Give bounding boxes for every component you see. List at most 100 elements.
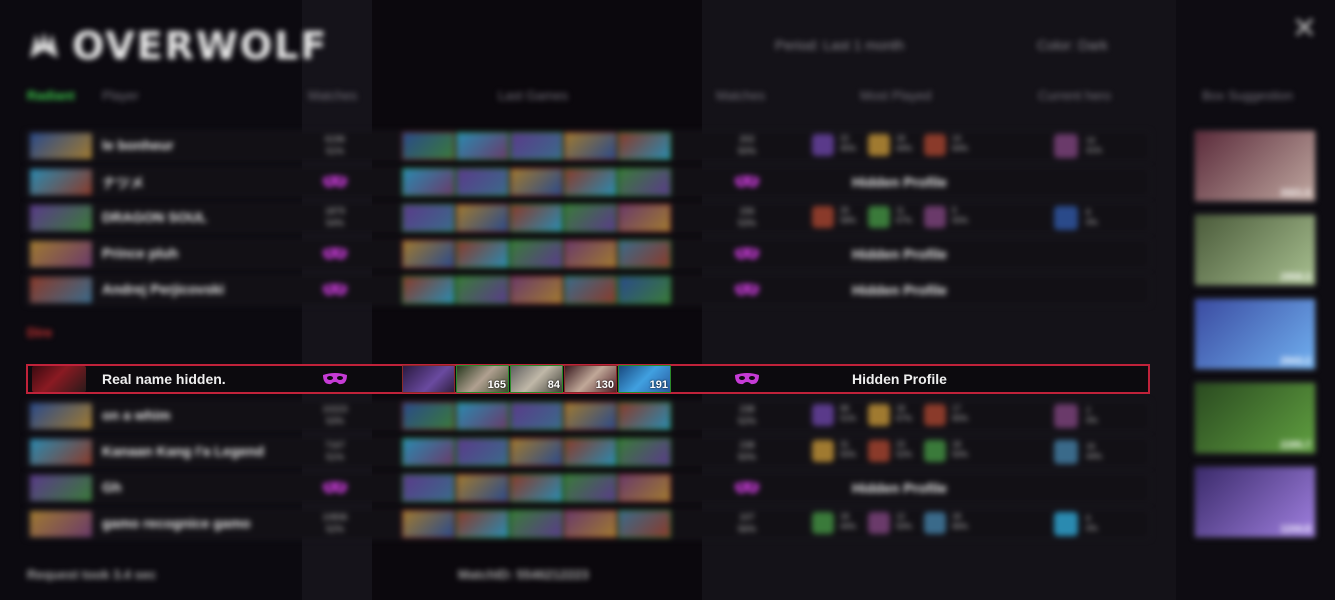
game-thumb: [402, 402, 455, 430]
player-portrait: [30, 169, 92, 195]
hero-stat: 18 44%: [840, 512, 857, 531]
hero-stat: 18 67%: [896, 404, 913, 423]
player-name: gamo recognice gamo: [102, 515, 251, 531]
current-hero-stat: 6 0%: [1086, 514, 1098, 533]
current-hero-icon: [1054, 206, 1078, 230]
game-thumb: [456, 276, 509, 304]
player-portrait: [32, 366, 86, 392]
game-thumb: [510, 474, 563, 502]
suggested-hero-card[interactable]: 1244.8: [1194, 466, 1316, 538]
suggested-hero-card[interactable]: 2958.3: [1194, 214, 1316, 286]
game-thumb: [564, 474, 617, 502]
hero-stat: 23 52%: [896, 440, 913, 459]
player-name: Prince pluh: [102, 245, 179, 261]
hero-icon: [812, 512, 834, 534]
last-games-header: Last Games: [498, 88, 569, 103]
request-time: Request took 3.4 sec: [27, 567, 157, 582]
last-games: 165 84 130 191: [402, 365, 671, 393]
most-played: 22 45% 18 44% 14 64%: [812, 134, 974, 156]
suggestion-score: 2285.7: [1280, 440, 1311, 451]
game-thumb: [564, 240, 617, 268]
player-portrait: [30, 475, 92, 501]
last-games: [402, 132, 671, 160]
player-name: Kanaan Kang I'a Legend: [102, 443, 265, 459]
hero-stat: 18 44%: [896, 134, 913, 153]
hero-icon: [812, 134, 834, 156]
hero-icon: [868, 134, 890, 156]
hero-stat: 17 65%: [952, 404, 969, 423]
suggested-hero-card[interactable]: 2943.2: [1194, 298, 1316, 370]
current-hero-header: Current hero: [1038, 88, 1111, 103]
player-row[interactable]: gamo recognice gamo 10836 52% 107 56% 18 44% 12…: [26, 509, 1150, 539]
player-name: Real name hidden.: [102, 371, 226, 387]
player-row[interactable]: DRAGON SOUL 1879 54% 156 53% 26 58% 11 67% 9 55% 8…: [26, 203, 1150, 233]
game-thumb: [564, 132, 617, 160]
hero-icon: [924, 134, 946, 156]
player-portrait: [30, 241, 92, 267]
hidden-mask-icon: [323, 176, 347, 188]
game-thumb: [564, 510, 617, 538]
suggested-hero-card[interactable]: 3321.5: [1194, 130, 1316, 202]
player-name: on a whim: [102, 407, 171, 423]
game-thumb: [510, 132, 563, 160]
matches2-count: 107 56%: [737, 512, 756, 534]
hero-stat: 22 45%: [840, 134, 857, 153]
last-games: [402, 168, 671, 196]
suggested-hero-card[interactable]: 2285.7: [1194, 382, 1316, 454]
logo-text: OVERWOLF: [72, 24, 329, 68]
most-played: 26 58% 11 67% 9 55%: [812, 206, 974, 228]
player-row[interactable]: Andrej Perjicovski Hidden Profile: [26, 275, 1150, 305]
match-id: MatchID: 5546212223: [458, 567, 589, 582]
player-row[interactable]: on a whim 10223 53% 238 52% 68 51% 18 67% 17 65% 2…: [26, 401, 1150, 431]
hero-stat: 11 67%: [896, 206, 913, 225]
focused-player-row[interactable]: Real name hidden. 165 84 130 191 Hidden …: [26, 364, 1150, 394]
current-hero-stat: 2 0%: [1086, 406, 1098, 425]
game-thumb: [510, 276, 563, 304]
game-thumb: [456, 240, 509, 268]
hidden-mask-icon: [735, 176, 759, 188]
player-row[interactable]: Gh Hidden Profile: [26, 473, 1150, 503]
hero-stat: 12 50%: [896, 512, 913, 531]
game-thumb: [402, 168, 455, 196]
game-thumb: [456, 474, 509, 502]
hidden-mask-icon: [323, 482, 347, 494]
suggestion-score: 2958.3: [1280, 272, 1311, 283]
hero-icon: [924, 512, 946, 534]
hero-stat: 18 50%: [952, 440, 969, 459]
color-selector[interactable]: Color: Dark: [1037, 37, 1108, 53]
suggestion-score: 1244.8: [1280, 524, 1311, 535]
hidden-profile-label: Hidden Profile: [852, 480, 947, 496]
hidden-mask-icon: [323, 284, 347, 296]
hero-stat: 31 55%: [840, 440, 857, 459]
matches-count: 6196 51%: [324, 134, 346, 156]
player-row[interactable]: le bonheur 6196 51% 202 50% 22 45% 18 44% 14 64% 1…: [26, 131, 1150, 161]
hero-icon: [924, 440, 946, 462]
matches-count: 1879 54%: [324, 206, 346, 228]
game-thumb: [510, 204, 563, 232]
most-played: 18 44% 12 50% 18 66%: [812, 512, 974, 534]
hero-icon: [924, 404, 946, 426]
game-thumb: [510, 510, 563, 538]
hero-stat: 14 64%: [952, 134, 969, 153]
player-row[interactable]: ナツメ Hidden Profile: [26, 167, 1150, 197]
game-thumb: [564, 168, 617, 196]
matches-header: Matches: [308, 88, 358, 103]
hero-icon: [812, 206, 834, 228]
game-thumb: [456, 204, 509, 232]
most-played-header: Most Played: [860, 88, 932, 103]
period-selector[interactable]: Period: Last 1 month: [775, 37, 904, 53]
close-icon[interactable]: ✕: [1292, 14, 1317, 44]
most-played: 31 55% 23 52% 18 50%: [812, 440, 974, 462]
player-row[interactable]: Kanaan Kang I'a Legend 7167 51% 238 50% 31 55%…: [26, 437, 1150, 467]
player-name: le bonheur: [102, 137, 174, 153]
hero-icon: [924, 206, 946, 228]
player-name: ナツメ: [102, 175, 144, 191]
hidden-mask-icon: [323, 373, 347, 385]
player-portrait: [30, 277, 92, 303]
player-row[interactable]: Prince pluh Hidden Profile: [26, 239, 1150, 269]
game-thumb: [564, 402, 617, 430]
player-portrait: [30, 133, 92, 159]
game-thumb: [402, 474, 455, 502]
game-thumb: [510, 438, 563, 466]
player-portrait: [30, 403, 92, 429]
